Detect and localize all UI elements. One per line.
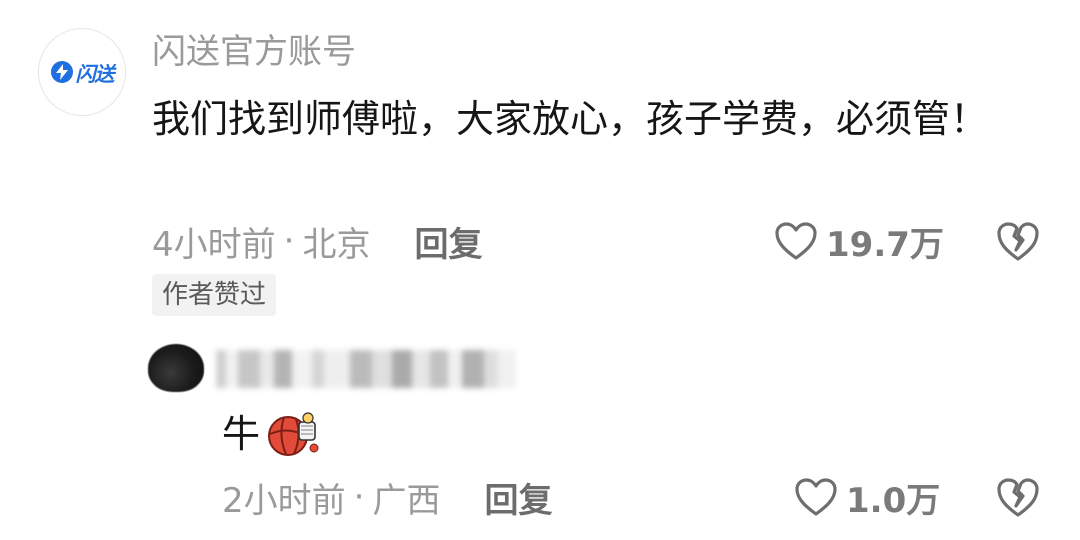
broken-heart-icon (997, 222, 1039, 261)
reply-like-button[interactable]: 1.0万 (794, 474, 941, 521)
heart-outline-icon (795, 478, 837, 516)
like-count: 19.7万 (826, 224, 944, 265)
reply-timestamp: 2小时前 (222, 480, 346, 521)
reply-dislike-button[interactable] (996, 476, 1040, 518)
reply-avatar[interactable] (148, 344, 204, 392)
reply-location: 广西 (372, 480, 441, 521)
like-button[interactable]: 19.7万 (774, 218, 944, 265)
timestamp: 4小时前 (152, 224, 276, 265)
reply-content: 牛 (222, 408, 322, 460)
reply-meta: 2小时前 · 广西 回复 (222, 473, 552, 522)
meta-separator: · (353, 477, 365, 517)
shansong-logo-icon: 闪送 (50, 58, 115, 87)
basketball-dunk-emoji (266, 408, 322, 460)
broken-heart-icon (997, 478, 1039, 517)
avatar[interactable]: 闪送 (38, 28, 126, 116)
lightning-icon (50, 61, 73, 83)
meta-separator: · (283, 221, 295, 261)
dislike-button[interactable] (996, 220, 1040, 262)
location: 北京 (302, 224, 371, 265)
reply-text: 牛 (222, 412, 261, 456)
comment-meta: 4小时前 · 北京 回复 (152, 217, 482, 266)
heart-outline-icon (775, 222, 817, 260)
reply-username-blurred[interactable] (216, 350, 516, 388)
username[interactable]: 闪送官方账号 (152, 30, 356, 74)
reply-reply-button[interactable]: 回复 (484, 473, 552, 522)
logo-text: 闪送 (75, 61, 115, 86)
reply-like-count: 1.0万 (846, 480, 941, 521)
author-liked-badge: 作者赞过 (152, 274, 277, 316)
comment-text: 我们找到师傅啦，大家放心，孩子学费，必须管！ (152, 97, 989, 141)
reply-button[interactable]: 回复 (414, 217, 482, 266)
